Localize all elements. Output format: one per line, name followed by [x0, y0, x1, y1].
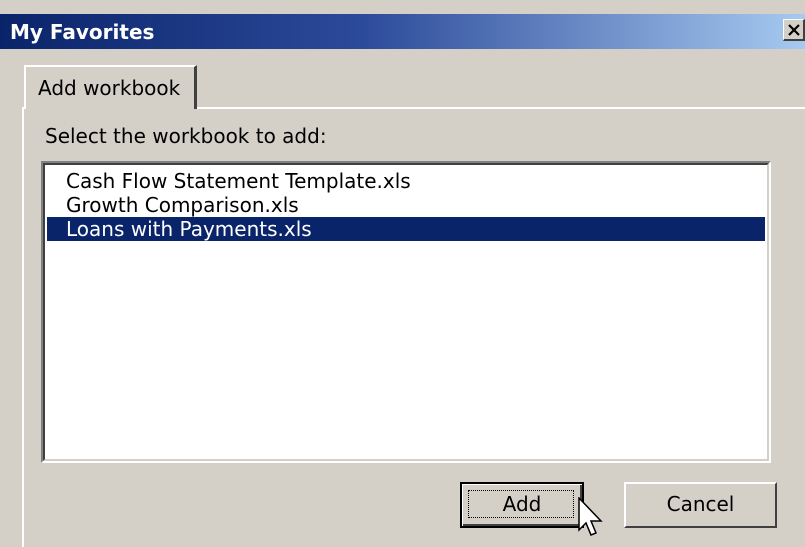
close-icon [788, 24, 800, 36]
arrow-pointer-icon [578, 497, 603, 536]
close-button[interactable] [783, 19, 805, 41]
tab-panel [22, 107, 805, 547]
my-favorites-dialog: My Favorites Add workbook Select the wor… [0, 0, 805, 547]
tab-label: Add workbook [38, 76, 181, 100]
window-title: My Favorites [10, 20, 155, 44]
title-bar: My Favorites [0, 14, 805, 49]
tab-add-workbook[interactable]: Add workbook [24, 65, 197, 109]
